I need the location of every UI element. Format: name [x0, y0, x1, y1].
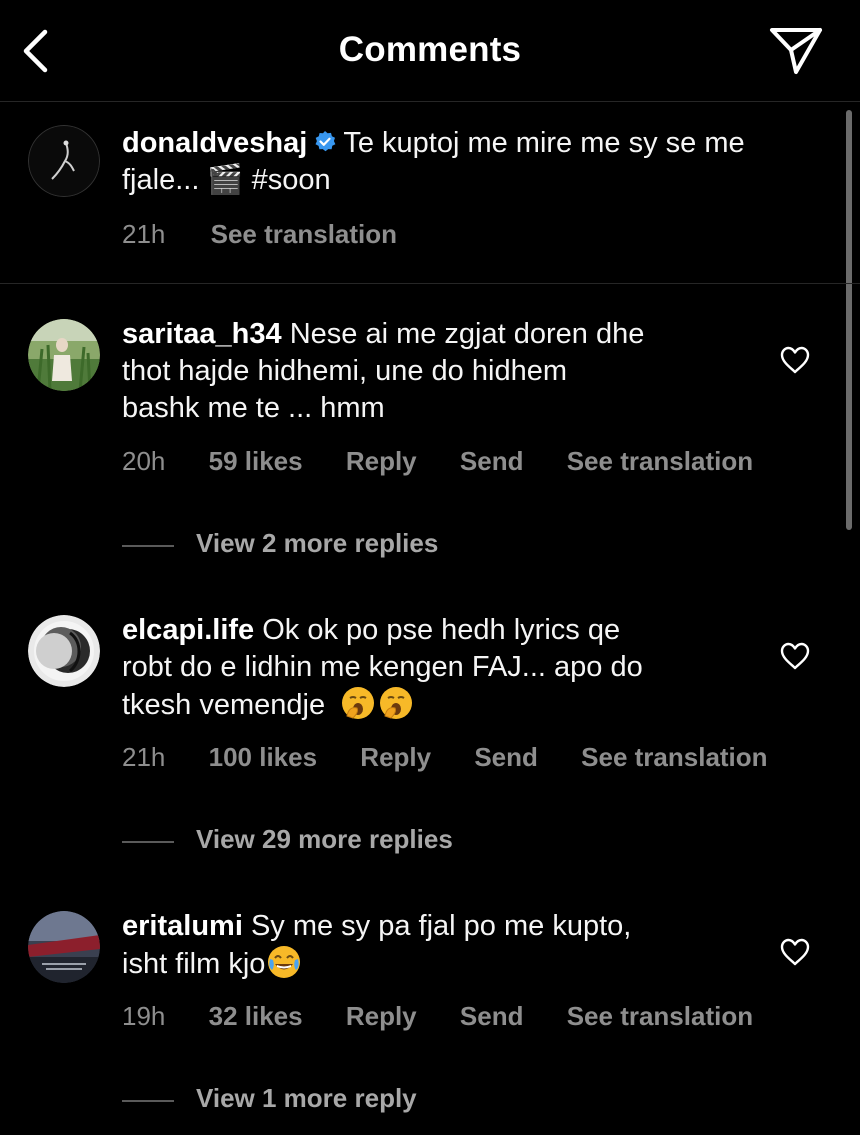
- comment-meta: 20h 59 likes Reply Send See translation: [122, 446, 753, 477]
- likes-count[interactable]: 32 likes: [209, 1001, 303, 1032]
- caption-line-1: Te kuptoj me mire me sy se me: [343, 127, 745, 159]
- avatar[interactable]: [28, 615, 100, 687]
- heart-outline-icon: [780, 642, 810, 670]
- likes-count[interactable]: 59 likes: [209, 446, 303, 477]
- comment-line-2: thot hajde hidhemi, une do hidhem: [122, 355, 567, 387]
- avatar[interactable]: [28, 125, 100, 197]
- comment-username[interactable]: saritaa_h34: [122, 318, 282, 350]
- yawning-face-emoji-icon: [342, 687, 375, 719]
- replies-divider: [122, 1100, 174, 1102]
- comment-meta: 19h 32 likes Reply Send See translation: [122, 1001, 753, 1032]
- heart-outline-icon: [780, 938, 810, 966]
- verified-badge-icon: [315, 131, 336, 152]
- see-translation-button[interactable]: See translation: [581, 742, 767, 773]
- view-replies-label: View 1 more reply: [196, 1083, 417, 1113]
- send-button[interactable]: Send: [460, 446, 524, 477]
- replies-divider: [122, 545, 174, 547]
- page-title: Comments: [338, 30, 522, 69]
- comment-line-2: isht film kjo: [122, 948, 266, 980]
- send-button[interactable]: Send: [474, 742, 538, 773]
- timestamp: 21h: [122, 742, 166, 772]
- caption-line-2: fjale... 🎬 #soon: [122, 164, 331, 196]
- reply-button[interactable]: Reply: [346, 1001, 417, 1032]
- timestamp: 21h: [122, 219, 166, 249]
- reply-button[interactable]: Reply: [346, 446, 417, 477]
- avatar[interactable]: [28, 911, 100, 983]
- comment-line-3: bashk me te ... hmm: [122, 392, 385, 424]
- paper-plane-icon: [770, 28, 822, 74]
- comment-meta: 21h 100 likes Reply Send See translation: [122, 742, 768, 773]
- comment-line-2: robt do e lidhin me kengen FAJ... apo do: [122, 651, 643, 683]
- see-translation-button[interactable]: See translation: [567, 446, 753, 477]
- timestamp: 20h: [122, 446, 166, 476]
- comment-text: saritaa_h34 Nese ai me zgjat doren dhe t…: [122, 316, 772, 427]
- header: Comments: [0, 0, 860, 102]
- like-button[interactable]: [780, 938, 810, 966]
- timestamp: 19h: [122, 1001, 166, 1031]
- comment-line-1: Nese ai me zgjat doren dhe: [289, 318, 645, 350]
- likes-count[interactable]: 100 likes: [209, 742, 317, 773]
- comment-text: eritalumi Sy me sy pa fjal po me kupto, …: [122, 908, 772, 983]
- share-button[interactable]: [768, 24, 824, 78]
- post-caption: donaldveshaj Te kuptoj me mire me sy se …: [0, 102, 860, 284]
- comment-text: elcapi.life Ok ok po pse hedh lyrics qe …: [122, 612, 772, 724]
- like-button[interactable]: [780, 642, 810, 670]
- caption-meta: 21h See translation: [122, 219, 397, 250]
- reply-button[interactable]: Reply: [360, 742, 431, 773]
- heart-outline-icon: [780, 346, 810, 374]
- send-button[interactable]: Send: [460, 1001, 524, 1032]
- see-translation-button[interactable]: See translation: [211, 219, 397, 250]
- comment-username[interactable]: elcapi.life: [122, 614, 254, 646]
- avatar[interactable]: [28, 319, 100, 391]
- yawning-face-emoji-icon: [380, 687, 413, 719]
- comment-line-3: tkesh vemendje: [122, 689, 326, 721]
- see-translation-button[interactable]: See translation: [567, 1001, 753, 1032]
- comment-username[interactable]: eritalumi: [122, 910, 243, 942]
- replies-divider: [122, 841, 174, 843]
- tears-of-joy-emoji-icon: [268, 946, 301, 978]
- caption-text: donaldveshaj Te kuptoj me mire me sy se …: [122, 125, 832, 199]
- view-replies-label: View 29 more replies: [196, 824, 453, 854]
- view-replies-label: View 2 more replies: [196, 528, 439, 558]
- like-button[interactable]: [780, 346, 810, 374]
- caption-username[interactable]: donaldveshaj: [122, 127, 307, 159]
- comment-line-1: Ok ok po pse hedh lyrics qe: [262, 614, 621, 646]
- comment-line-1: Sy me sy pa fjal po me kupto,: [250, 910, 632, 942]
